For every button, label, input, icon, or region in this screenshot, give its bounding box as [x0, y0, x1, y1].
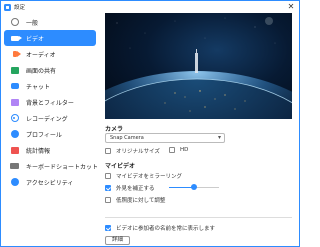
sidebar-item-label: 背景とフィルター	[26, 99, 74, 107]
accessibility-icon	[10, 178, 19, 186]
sidebar-item-label: 一般	[26, 19, 39, 27]
mirror-video-option[interactable]: マイビデオをミラーリング	[105, 172, 182, 180]
sidebar-item-label: オーディオ	[26, 51, 56, 59]
sidebar-item-general[interactable]: 一般	[4, 14, 96, 30]
touch-up-label: 外見を補正する	[116, 186, 155, 192]
video-camera-icon	[10, 34, 22, 42]
sidebar-item-label: プロフィール	[26, 131, 62, 139]
hd-option[interactable]: HD	[169, 147, 188, 153]
sidebar-item-profile[interactable]: プロフィール	[4, 126, 96, 142]
camera-select[interactable]: Snap Camera ▾	[105, 133, 225, 143]
video-settings-panel: カメラ Snap Camera ▾ オリジナルサイズ HD マイビデオ マイビデ…	[99, 13, 299, 246]
mirror-video-checkbox[interactable]	[105, 173, 111, 179]
window-title: 設定	[14, 5, 26, 11]
camera-selected-value: Snap Camera	[110, 135, 144, 141]
sidebar-item-accessibility[interactable]: アクセシビリティ	[4, 174, 96, 190]
my-video-label: マイビデオ	[105, 163, 136, 170]
video-preview	[105, 13, 292, 119]
low-light-checkbox[interactable]	[105, 197, 111, 203]
sidebar-item-share-screen[interactable]: 画面の共有	[4, 62, 96, 78]
hd-checkbox[interactable]	[169, 147, 175, 153]
sidebar-item-video[interactable]: ビデオ	[4, 30, 96, 46]
profile-icon	[10, 130, 19, 138]
touch-up-checkbox[interactable]	[105, 185, 111, 191]
sidebar-item-label: チャット	[26, 83, 50, 91]
settings-sidebar: 一般 ビデオ オーディオ 画面の共有 チャット 背景とフィルター レコーディング	[1, 13, 99, 246]
sidebar-item-label: 統計情報	[26, 147, 51, 155]
sidebar-item-chat[interactable]: チャット	[4, 78, 96, 94]
camera-label: カメラ	[105, 126, 124, 133]
original-size-option[interactable]: オリジナルサイズ	[105, 147, 160, 155]
touch-up-option[interactable]: 外見を補正する	[105, 184, 155, 192]
sidebar-item-statistics[interactable]: 統計情報	[4, 142, 96, 158]
sidebar-item-label: アクセシビリティ	[26, 179, 74, 187]
gear-icon	[10, 18, 19, 26]
original-size-checkbox[interactable]	[105, 148, 111, 154]
sidebar-item-label: キーボードショートカット	[26, 163, 99, 171]
keyboard-icon	[10, 162, 19, 170]
sidebar-item-background-filters[interactable]: 背景とフィルター	[4, 94, 96, 110]
background-filter-icon	[10, 98, 19, 106]
touch-up-slider[interactable]	[169, 184, 219, 190]
sidebar-item-audio[interactable]: オーディオ	[4, 46, 96, 62]
show-names-checkbox[interactable]	[105, 225, 111, 231]
settings-window: 設定 ✕ 一般 ビデオ オーディオ 画面の共有 チャット 背景とフィルター レコ…	[0, 0, 300, 247]
screen-share-icon	[10, 66, 19, 74]
sidebar-item-recording[interactable]: レコーディング	[4, 110, 96, 126]
title-bar: 設定 ✕	[1, 1, 299, 13]
speaker-icon	[10, 50, 21, 58]
sidebar-item-label: レコーディング	[26, 115, 68, 123]
earth-from-space-image	[105, 17, 292, 119]
low-light-label: 低照度に対して調整	[116, 198, 166, 204]
original-size-label: オリジナルサイズ	[116, 149, 160, 155]
show-names-option[interactable]: ビデオに参加者の名前を常に表示します	[105, 224, 215, 232]
close-button[interactable]: ✕	[286, 2, 296, 12]
sidebar-item-keyboard-shortcuts[interactable]: キーボードショートカット	[4, 158, 99, 174]
details-button[interactable]: 詳細	[105, 236, 130, 245]
sidebar-item-label: ビデオ	[26, 35, 45, 43]
section-divider	[105, 217, 292, 218]
statistics-icon	[10, 146, 19, 154]
record-icon	[10, 114, 19, 122]
hd-label: HD	[180, 147, 189, 153]
mirror-video-label: マイビデオをミラーリング	[116, 174, 183, 180]
sidebar-item-label: 画面の共有	[26, 67, 57, 75]
chevron-down-icon: ▾	[217, 134, 221, 141]
show-names-label: ビデオに参加者の名前を常に表示します	[116, 226, 216, 232]
low-light-option[interactable]: 低照度に対して調整	[105, 196, 165, 204]
chat-bubble-icon	[10, 82, 19, 90]
slider-thumb[interactable]	[191, 184, 197, 190]
zoom-app-icon	[4, 3, 11, 11]
